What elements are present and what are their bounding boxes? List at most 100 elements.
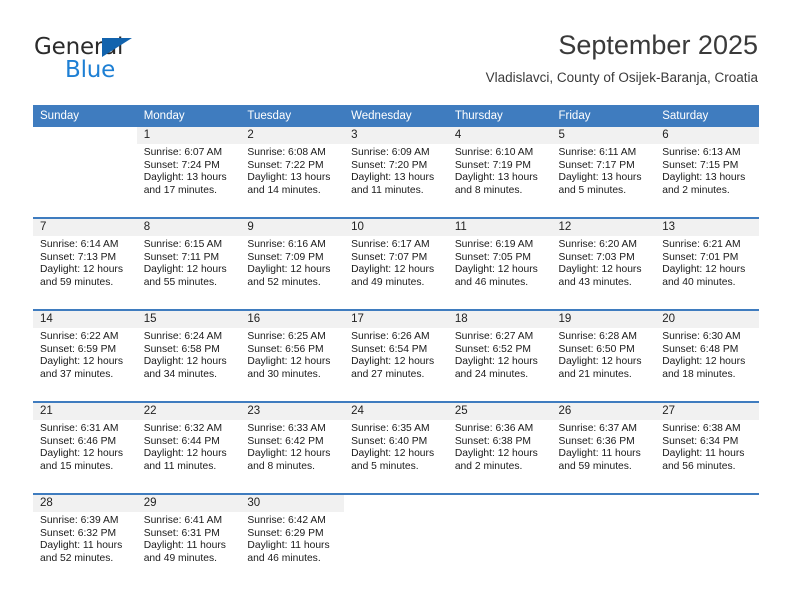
daylight-text-cont: and 59 minutes. bbox=[558, 460, 632, 472]
calendar-day-cell[interactable]: 16 Sunrise: 6:25 AM Sunset: 6:56 PM Dayligh… bbox=[240, 309, 345, 402]
calendar-day-cell[interactable]: 5 Sunrise: 6:11 AM Sunset: 7:17 PM Daylight… bbox=[551, 127, 656, 218]
page-title: September 2025 bbox=[558, 30, 758, 60]
daylight-text-cont: and 21 minutes. bbox=[558, 368, 632, 380]
calendar-day-cell[interactable]: 29 Sunrise: 6:41 AM Sunset: 6:31 PM Dayligh… bbox=[136, 493, 241, 585]
day-cell-inner: 21 Sunrise: 6:31 AM Sunset: 6:46 PM Dayligh… bbox=[33, 403, 137, 493]
calendar-body: 1 Sunrise: 6:07 AM Sunset: 7:24 PM Daylight… bbox=[33, 127, 759, 585]
sunset-text: Sunset: 7:03 PM bbox=[558, 251, 635, 263]
daylight-text: Daylight: 12 hours bbox=[40, 448, 123, 460]
calendar-day-cell[interactable]: 15 Sunrise: 6:24 AM Sunset: 6:58 PM Dayligh… bbox=[136, 309, 241, 402]
daylight-text-cont: and 59 minutes. bbox=[40, 276, 114, 288]
calendar-day-cell[interactable]: 27 Sunrise: 6:38 AM Sunset: 6:34 PM Dayligh… bbox=[655, 401, 759, 494]
daylight-text: Daylight: 12 hours bbox=[454, 264, 538, 276]
day-number: 22 bbox=[136, 403, 241, 420]
calendar-day-cell[interactable]: 18 Sunrise: 6:27 AM Sunset: 6:52 PM Dayligh… bbox=[447, 309, 552, 402]
calendar-day-cell[interactable]: 11 Sunrise: 6:19 AM Sunset: 7:05 PM Dayligh… bbox=[447, 217, 552, 310]
day-cell-inner: 19 Sunrise: 6:28 AM Sunset: 6:50 PM Dayligh… bbox=[551, 311, 656, 401]
calendar-day-cell[interactable]: 1 Sunrise: 6:07 AM Sunset: 7:24 PM Daylight… bbox=[136, 127, 241, 218]
calendar-day-cell[interactable]: 25 Sunrise: 6:36 AM Sunset: 6:38 PM Dayligh… bbox=[447, 401, 552, 494]
calendar-day-cell[interactable]: 30 Sunrise: 6:42 AM Sunset: 6:29 PM Dayligh… bbox=[240, 493, 345, 585]
sunset-text: Sunset: 7:24 PM bbox=[143, 159, 220, 171]
sunset-text: Sunset: 7:17 PM bbox=[558, 159, 635, 171]
calendar-day-cell[interactable]: 22 Sunrise: 6:32 AM Sunset: 6:44 PM Dayligh… bbox=[136, 401, 241, 494]
calendar-day-cell[interactable]: 19 Sunrise: 6:28 AM Sunset: 6:50 PM Dayligh… bbox=[551, 309, 656, 402]
daylight-text: Daylight: 11 hours bbox=[143, 540, 226, 552]
day-cell-details: Sunrise: 6:15 AM Sunset: 7:11 PM Daylight:… bbox=[137, 236, 241, 289]
calendar-day-cell[interactable]: 23 Sunrise: 6:33 AM Sunset: 6:42 PM Dayligh… bbox=[240, 401, 345, 494]
day-cell-inner: 8 Sunrise: 6:15 AM Sunset: 7:11 PM Daylight… bbox=[136, 219, 241, 309]
day-cell-details: Sunrise: 6:10 AM Sunset: 7:19 PM Daylight:… bbox=[448, 144, 552, 197]
day-cell-inner: 16 Sunrise: 6:25 AM Sunset: 6:56 PM Dayligh… bbox=[240, 311, 345, 401]
general-blue-logo[interactable]: General Blue bbox=[34, 34, 194, 90]
calendar-day-cell[interactable]: 8 Sunrise: 6:15 AM Sunset: 7:11 PM Daylight… bbox=[136, 217, 241, 310]
calendar-day-cell[interactable]: 2 Sunrise: 6:08 AM Sunset: 7:22 PM Daylight… bbox=[240, 127, 345, 218]
sunrise-text: Sunrise: 6:31 AM bbox=[40, 423, 119, 434]
calendar-week-row: 14 Sunrise: 6:22 AM Sunset: 6:59 PM Dayligh… bbox=[33, 309, 759, 402]
day-number: 25 bbox=[447, 403, 552, 420]
day-cell-details: Sunrise: 6:42 AM Sunset: 6:29 PM Daylight:… bbox=[240, 512, 344, 565]
day-cell-inner: 9 Sunrise: 6:16 AM Sunset: 7:09 PM Daylight… bbox=[240, 219, 345, 309]
calendar-day-cell-empty bbox=[447, 493, 552, 585]
day-cell-inner: 28 Sunrise: 6:39 AM Sunset: 6:32 PM Dayligh… bbox=[33, 495, 137, 585]
calendar-day-cell[interactable]: 9 Sunrise: 6:16 AM Sunset: 7:09 PM Daylight… bbox=[240, 217, 345, 310]
day-cell-details: Sunrise: 6:31 AM Sunset: 6:46 PM Daylight:… bbox=[33, 420, 137, 473]
daylight-text: Daylight: 11 hours bbox=[662, 448, 745, 460]
daylight-text-cont: and 40 minutes. bbox=[662, 276, 736, 288]
day-cell-details: Sunrise: 6:30 AM Sunset: 6:48 PM Daylight:… bbox=[655, 328, 759, 381]
calendar-day-cell[interactable]: 10 Sunrise: 6:17 AM Sunset: 7:07 PM Dayligh… bbox=[344, 217, 448, 310]
sunrise-text: Sunrise: 6:39 AM bbox=[40, 515, 119, 526]
sunrise-text: Sunrise: 6:35 AM bbox=[351, 423, 430, 434]
daylight-text-cont: and 49 minutes. bbox=[351, 276, 425, 288]
sunset-text: Sunset: 6:58 PM bbox=[143, 343, 220, 355]
day-cell-details: Sunrise: 6:39 AM Sunset: 6:32 PM Daylight:… bbox=[33, 512, 137, 565]
weekday-header-saturday: Saturday bbox=[655, 105, 759, 127]
day-cell-details: Sunrise: 6:19 AM Sunset: 7:05 PM Daylight:… bbox=[448, 236, 552, 289]
page-subtitle: Vladislavci, County of Osijek-Baranja, C… bbox=[485, 70, 758, 85]
calendar-day-cell[interactable]: 4 Sunrise: 6:10 AM Sunset: 7:19 PM Daylight… bbox=[447, 127, 552, 218]
sunset-text: Sunset: 7:07 PM bbox=[351, 251, 428, 263]
calendar-day-cell-empty bbox=[655, 493, 759, 585]
daylight-text-cont: and 37 minutes. bbox=[40, 368, 114, 380]
calendar-day-cell[interactable]: 6 Sunrise: 6:13 AM Sunset: 7:15 PM Daylight… bbox=[655, 127, 759, 218]
calendar-day-cell[interactable]: 7 Sunrise: 6:14 AM Sunset: 7:13 PM Daylight… bbox=[33, 217, 137, 310]
calendar-day-cell[interactable]: 14 Sunrise: 6:22 AM Sunset: 6:59 PM Dayligh… bbox=[33, 309, 137, 402]
calendar-day-cell[interactable]: 17 Sunrise: 6:26 AM Sunset: 6:54 PM Dayligh… bbox=[344, 309, 448, 402]
day-cell-inner: 13 Sunrise: 6:21 AM Sunset: 7:01 PM Dayligh… bbox=[655, 219, 759, 309]
day-number: 4 bbox=[447, 127, 552, 144]
calendar-day-cell[interactable]: 3 Sunrise: 6:09 AM Sunset: 7:20 PM Daylight… bbox=[344, 127, 448, 218]
daylight-text: Daylight: 12 hours bbox=[558, 356, 642, 368]
day-cell-inner: 22 Sunrise: 6:32 AM Sunset: 6:44 PM Dayligh… bbox=[136, 403, 241, 493]
calendar-week-row: 7 Sunrise: 6:14 AM Sunset: 7:13 PM Daylight… bbox=[33, 217, 759, 310]
daylight-text-cont: and 30 minutes. bbox=[247, 368, 321, 380]
day-cell-inner: 29 Sunrise: 6:41 AM Sunset: 6:31 PM Dayligh… bbox=[136, 495, 241, 585]
calendar-day-cell-empty bbox=[551, 493, 656, 585]
day-cell-inner: 15 Sunrise: 6:24 AM Sunset: 6:58 PM Dayligh… bbox=[136, 311, 241, 401]
logo-text-blue: Blue bbox=[65, 57, 116, 83]
sunrise-text: Sunrise: 6:08 AM bbox=[247, 147, 326, 158]
day-number: 18 bbox=[447, 311, 552, 328]
day-number: 13 bbox=[655, 219, 759, 236]
day-number bbox=[447, 495, 552, 512]
day-cell-inner: 24 Sunrise: 6:35 AM Sunset: 6:40 PM Dayligh… bbox=[344, 403, 448, 493]
day-cell-inner: 2 Sunrise: 6:08 AM Sunset: 7:22 PM Daylight… bbox=[240, 127, 345, 217]
calendar-day-cell[interactable]: 26 Sunrise: 6:37 AM Sunset: 6:36 PM Dayligh… bbox=[551, 401, 656, 494]
calendar-day-cell[interactable]: 28 Sunrise: 6:39 AM Sunset: 6:32 PM Dayligh… bbox=[33, 493, 137, 585]
calendar-day-cell[interactable]: 24 Sunrise: 6:35 AM Sunset: 6:40 PM Dayligh… bbox=[344, 401, 448, 494]
day-cell-details bbox=[448, 512, 552, 515]
day-number: 9 bbox=[240, 219, 345, 236]
daylight-text: Daylight: 12 hours bbox=[351, 356, 435, 368]
sunset-text: Sunset: 6:36 PM bbox=[558, 435, 635, 447]
day-cell-details: Sunrise: 6:35 AM Sunset: 6:40 PM Daylight:… bbox=[344, 420, 448, 473]
calendar-day-cell[interactable]: 13 Sunrise: 6:21 AM Sunset: 7:01 PM Dayligh… bbox=[655, 217, 759, 310]
calendar-day-cell[interactable]: 12 Sunrise: 6:20 AM Sunset: 7:03 PM Dayligh… bbox=[551, 217, 656, 310]
daylight-text: Daylight: 11 hours bbox=[40, 540, 123, 552]
day-number bbox=[344, 495, 448, 512]
sunset-text: Sunset: 7:20 PM bbox=[351, 159, 428, 171]
daylight-text-cont: and 52 minutes. bbox=[40, 552, 114, 564]
sunrise-text: Sunrise: 6:32 AM bbox=[143, 423, 223, 434]
day-cell-details bbox=[655, 512, 759, 515]
daylight-text: Daylight: 12 hours bbox=[247, 356, 331, 368]
calendar-day-cell[interactable]: 20 Sunrise: 6:30 AM Sunset: 6:48 PM Dayligh… bbox=[655, 309, 759, 402]
calendar-day-cell[interactable]: 21 Sunrise: 6:31 AM Sunset: 6:46 PM Dayligh… bbox=[33, 401, 137, 494]
day-number: 28 bbox=[33, 495, 137, 512]
